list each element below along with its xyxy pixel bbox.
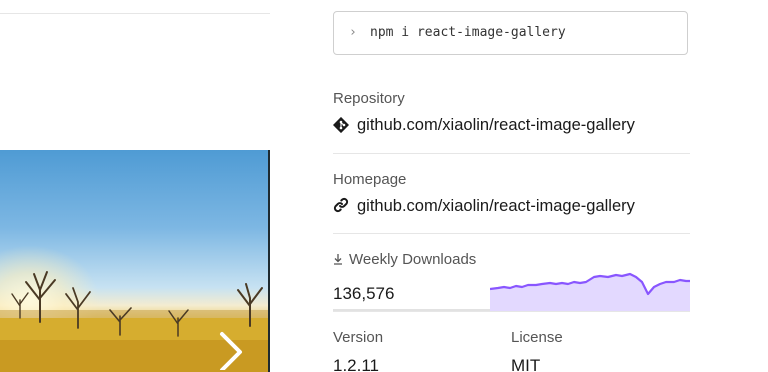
version-label: Version — [333, 329, 384, 346]
gallery-next-button[interactable] — [212, 330, 252, 372]
chevron-right-icon: › — [349, 25, 357, 40]
git-icon — [333, 117, 349, 133]
divider — [333, 153, 690, 154]
homepage-label: Homepage — [333, 171, 407, 188]
license-value: MIT — [511, 356, 541, 372]
homepage-link[interactable]: github.com/xiaolin/react-image-gallery — [357, 197, 635, 216]
package-sidebar: › npm i react-image-gallery Repository g… — [333, 0, 690, 372]
downloads-sparkline[interactable] — [490, 268, 690, 312]
readme-column — [0, 0, 270, 372]
image-gallery[interactable] — [0, 150, 269, 372]
weekly-downloads-count: 136,576 — [333, 284, 395, 303]
license-label: License — [511, 329, 563, 346]
divider — [333, 311, 690, 312]
install-command-box[interactable]: › npm i react-image-gallery — [333, 11, 688, 55]
version-value: 1.2.11 — [333, 356, 380, 372]
repository-link[interactable]: github.com/xiaolin/react-image-gallery — [357, 116, 635, 135]
download-icon — [334, 254, 342, 265]
package-page: › npm i react-image-gallery Repository g… — [0, 0, 768, 372]
divider — [0, 13, 270, 14]
repository-label: Repository — [333, 90, 405, 107]
install-command[interactable]: npm i react-image-gallery — [370, 25, 566, 40]
divider — [333, 233, 690, 234]
weekly-downloads-label: Weekly Downloads — [349, 251, 477, 268]
link-icon — [333, 197, 349, 213]
chevron-right-icon — [220, 332, 242, 372]
gallery-border — [268, 150, 270, 372]
